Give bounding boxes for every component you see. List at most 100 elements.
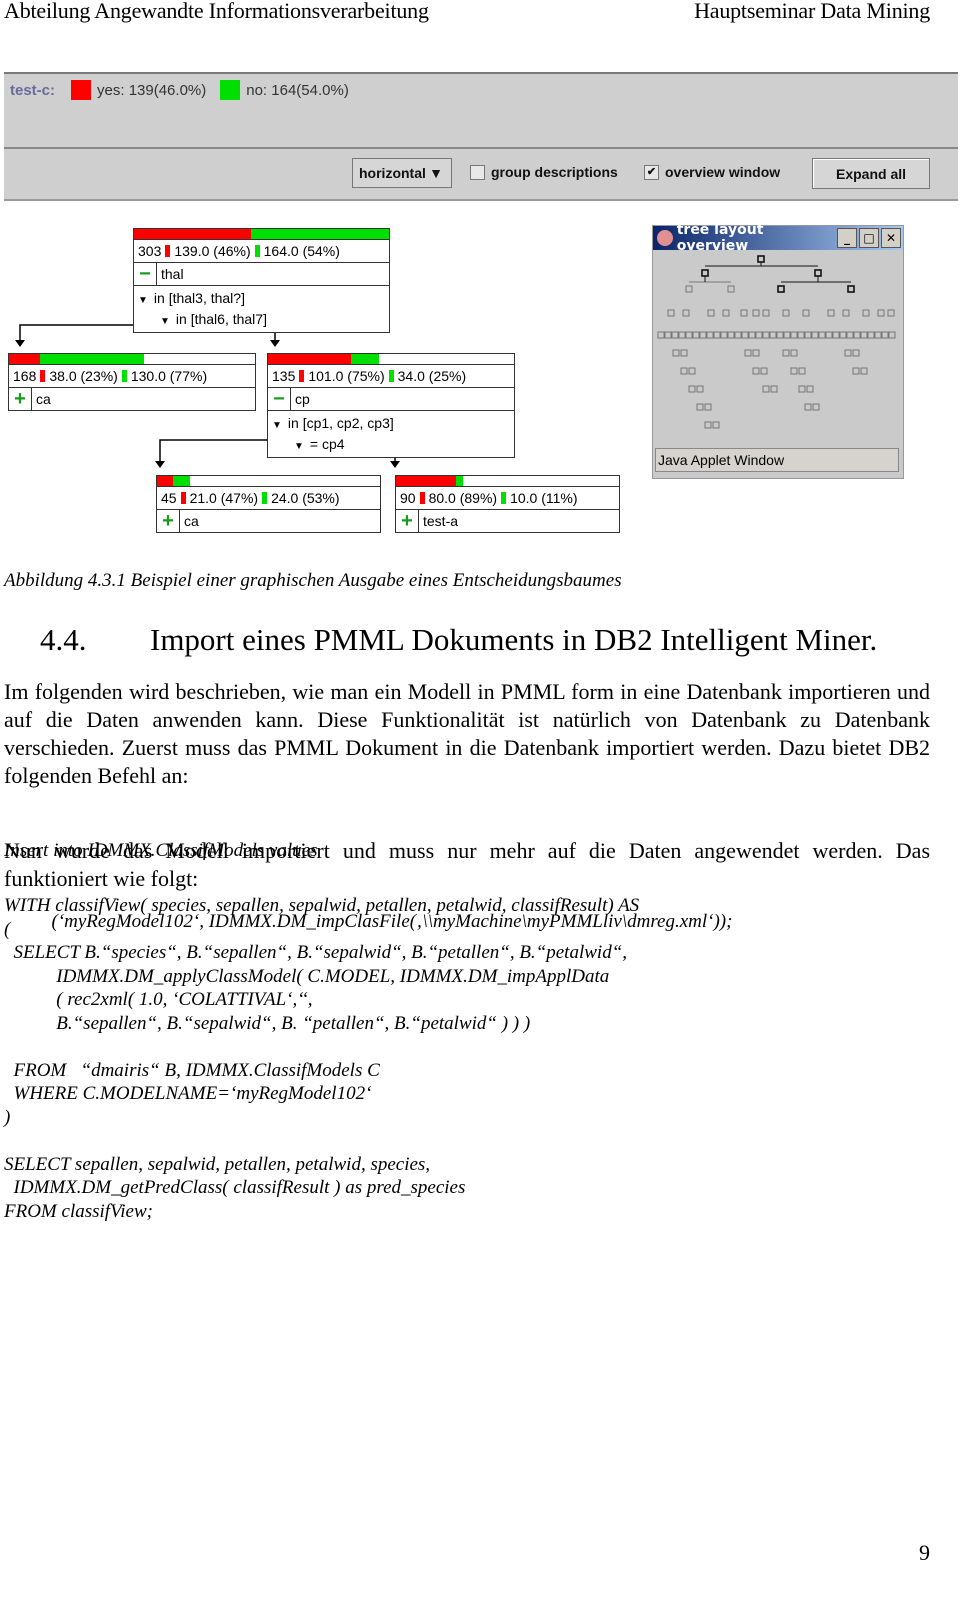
node-attribute: − cp xyxy=(268,388,514,411)
minimap-node xyxy=(734,331,742,339)
condition-text: in [thal3, thal?] xyxy=(153,290,245,306)
attribute-name: test-a xyxy=(423,513,459,529)
tree-node-right[interactable]: 135 101.0 (75%) 34.0 (25%) − cp ▼ in [cp1, cp2… xyxy=(267,353,515,458)
expand-icon[interactable]: + xyxy=(9,388,32,410)
page-number: 9 xyxy=(919,1540,930,1565)
split-condition[interactable]: ▼ in [cp1, cp2, cp3] xyxy=(272,413,394,434)
bar-yes xyxy=(268,354,352,364)
minimap-node xyxy=(762,331,770,339)
class-color-marker xyxy=(419,492,425,504)
minimap-node xyxy=(727,331,735,339)
section-heading: 4.4. Import eines PMML Dokuments in DB2 I… xyxy=(40,622,877,658)
minimap-node xyxy=(688,367,696,375)
split-condition[interactable]: ▼ = cp4 xyxy=(272,434,345,455)
minimap-node xyxy=(762,385,770,393)
minimap-node xyxy=(744,349,752,357)
bar-no xyxy=(172,476,191,486)
minimap-node xyxy=(852,349,860,357)
tree-node-root[interactable]: 303 139.0 (46%) 164.0 (54%) − thal ▼ in [thal3… xyxy=(133,228,390,333)
minimap-node xyxy=(806,385,814,393)
bar-no xyxy=(455,476,463,486)
minimap-node xyxy=(722,309,730,317)
maximize-button[interactable]: □ xyxy=(859,228,879,248)
minimap-node xyxy=(704,421,712,429)
minimap-node xyxy=(720,331,728,339)
node-conditions: ▼ in [thal3, thal?] ▼ in [thal6, thal7] xyxy=(134,286,389,332)
class-color-marker xyxy=(180,492,186,504)
tree-node-rr[interactable]: 90 80.0 (89%) 10.0 (11%) + test-a xyxy=(395,475,620,533)
minimap-node xyxy=(704,403,712,411)
branch-arrow-icon: ▼ xyxy=(138,295,148,306)
tree-node-rl[interactable]: 45 21.0 (47%) 24.0 (53%) + ca xyxy=(156,475,381,533)
arrow-icon xyxy=(15,340,25,347)
code-query: WITH classifView( species, sepallen, sep… xyxy=(4,894,639,1223)
split-condition[interactable]: ▼ in [thal6, thal7] xyxy=(138,309,267,330)
minimap-node xyxy=(701,269,709,277)
minimap-node xyxy=(685,285,693,293)
overview-tree-minimap[interactable] xyxy=(653,250,903,450)
class-color-marker xyxy=(165,245,171,257)
minimap-node xyxy=(790,367,798,375)
minimap-node xyxy=(842,309,850,317)
minimap-node xyxy=(877,309,885,317)
class-color-marker xyxy=(299,370,305,382)
minimap-node xyxy=(853,331,861,339)
collapse-icon[interactable]: − xyxy=(268,388,291,410)
collapse-icon[interactable]: − xyxy=(134,263,157,285)
node-stats: 135 101.0 (75%) 34.0 (25%) xyxy=(268,365,514,388)
minimap-node xyxy=(706,331,714,339)
minimap-node xyxy=(790,349,798,357)
java-icon xyxy=(657,230,673,246)
code-line: IDMMX.DM_getPredClass( classifResult ) a… xyxy=(4,1177,466,1198)
node-no: 130.0 (77%) xyxy=(130,368,208,384)
code-line: ( xyxy=(4,918,11,940)
minimap-node xyxy=(844,349,852,357)
attribute-name: thal xyxy=(161,266,184,282)
node-count: 303 xyxy=(138,243,162,259)
node-no: 164.0 (54%) xyxy=(263,243,340,259)
minimap-node xyxy=(680,349,688,357)
minimap-node xyxy=(798,367,806,375)
minimap-node xyxy=(696,403,704,411)
node-no: 10.0 (11%) xyxy=(510,490,578,506)
code-line: FROM “dmairis“ B, IDMMX.ClassifModels C xyxy=(4,1059,380,1081)
minimap-node xyxy=(827,309,835,317)
minimap-node xyxy=(881,331,889,339)
minimap-node xyxy=(804,331,812,339)
minimap-node xyxy=(680,367,688,375)
code-line: B.“sepallen“, B.“sepalwid“, B. “petallen… xyxy=(4,1012,531,1034)
expand-icon[interactable]: + xyxy=(396,510,419,532)
split-condition[interactable]: ▼ in [thal3, thal?] xyxy=(138,288,245,309)
node-count: 168 xyxy=(13,368,37,384)
class-distribution-bar xyxy=(134,229,389,240)
code-line: WITH classifView( species, sepallen, sep… xyxy=(4,895,640,916)
minimap-node xyxy=(860,331,868,339)
node-stats: 168 38.0 (23%) 130.0 (77%) xyxy=(9,365,255,388)
minimap-node xyxy=(752,349,760,357)
minimap-node xyxy=(888,331,896,339)
class-distribution-bar xyxy=(396,476,619,487)
minimap-node xyxy=(790,331,798,339)
close-button[interactable]: ✕ xyxy=(881,228,901,248)
class-color-marker xyxy=(388,370,394,382)
class-color-marker xyxy=(121,370,127,382)
tree-node-left[interactable]: 168 38.0 (23%) 130.0 (77%) + ca xyxy=(8,353,256,411)
minimap-node xyxy=(740,309,748,317)
minimap-node xyxy=(699,331,707,339)
minimap-node xyxy=(802,309,810,317)
minimize-button[interactable]: _ xyxy=(837,228,857,248)
overview-window: tree layout overview _ □ ✕ Java Applet W… xyxy=(652,222,904,479)
bar-no xyxy=(40,354,145,364)
node-attribute: + ca xyxy=(157,510,380,532)
code-line: ( rec2xml( 1.0, ‘COLATTIVAL‘,‘‘, xyxy=(4,989,313,1010)
figure-caption: Abbildung 4.3.1 Beispiel einer graphisch… xyxy=(4,570,622,591)
bar-yes xyxy=(396,476,456,486)
minimap-node xyxy=(760,367,768,375)
minimap-node xyxy=(860,367,868,375)
minimap-node xyxy=(667,309,675,317)
minimap-node xyxy=(664,331,672,339)
expand-icon[interactable]: + xyxy=(157,510,180,532)
bar-yes xyxy=(134,229,252,239)
node-yes: 21.0 (47%) xyxy=(189,490,259,506)
overview-titlebar[interactable]: tree layout overview _ □ ✕ xyxy=(653,222,903,254)
